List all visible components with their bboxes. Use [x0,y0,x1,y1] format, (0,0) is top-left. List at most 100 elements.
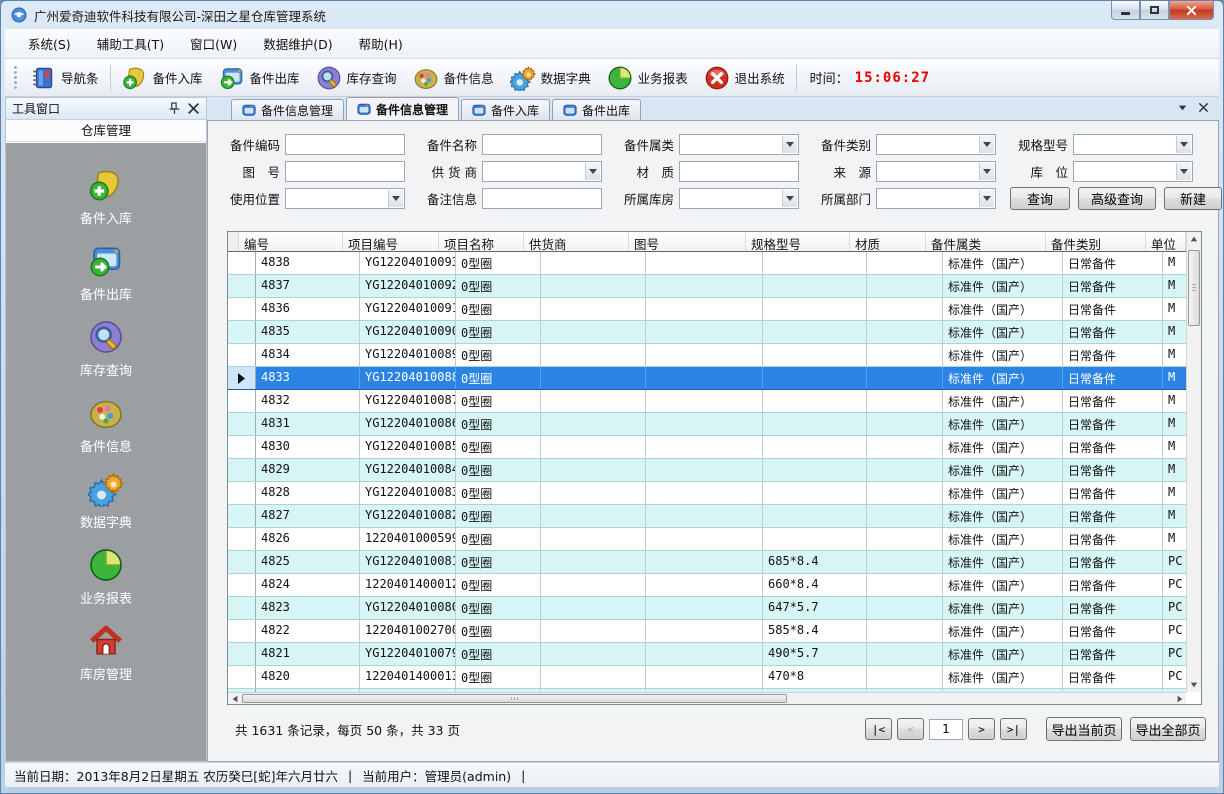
table-cell[interactable]: 1220401002700 [360,620,456,642]
table-cell[interactable] [763,298,867,320]
table-cell[interactable]: 日常备件 [1063,436,1163,458]
table-cell[interactable]: 4833 [256,367,360,389]
text-input-field[interactable] [679,161,799,182]
table-cell[interactable] [867,643,943,665]
table-cell[interactable] [646,620,763,642]
table-cell[interactable] [541,482,646,504]
table-cell[interactable] [763,321,867,343]
row-indicator[interactable] [228,574,256,596]
table-cell[interactable]: 标准件（国产） [943,275,1063,297]
row-indicator[interactable] [228,666,256,688]
dropdown-field[interactable] [876,134,996,155]
row-indicator[interactable] [228,344,256,366]
dropdown-field[interactable] [876,161,996,182]
table-cell[interactable]: 标准件（国产） [943,551,1063,573]
text-input-field[interactable] [482,188,602,209]
table-cell[interactable]: 0型圈 [456,459,541,481]
sidebar-item-warehouse[interactable]: 库房管理 [80,623,132,683]
column-header[interactable]: 单位 [1146,232,1186,251]
table-cell[interactable]: 日常备件 [1063,505,1163,527]
toolbar-button[interactable]: 备件信息 [405,62,502,94]
table-cell[interactable]: 日常备件 [1063,252,1163,274]
selected-row-pointer-icon[interactable] [228,367,256,389]
table-cell[interactable] [867,574,943,596]
table-cell[interactable]: YG12204010088 [360,367,456,389]
table-cell[interactable] [867,298,943,320]
table-row[interactable]: 4829YG122040100840型圈标准件（国产）日常备件M [228,459,1201,482]
table-cell[interactable]: YG12204010079 [360,643,456,665]
table-cell[interactable]: 0型圈 [456,597,541,619]
table-cell[interactable]: 日常备件 [1063,597,1163,619]
table-cell[interactable] [541,620,646,642]
table-cell[interactable]: 4830 [256,436,360,458]
table-cell[interactable] [646,482,763,504]
table-cell[interactable] [646,344,763,366]
table-cell[interactable]: 标准件（国产） [943,344,1063,366]
row-indicator[interactable] [228,620,256,642]
table-row[interactable]: 4830YG122040100850型圈标准件（国产）日常备件M [228,436,1201,459]
table-cell[interactable] [763,252,867,274]
table-cell[interactable] [646,666,763,688]
table-cell[interactable] [867,551,943,573]
table-cell[interactable] [646,528,763,550]
column-header[interactable]: 图号 [629,232,746,251]
table-cell[interactable] [763,275,867,297]
column-header[interactable]: 编号 [239,232,343,251]
row-indicator[interactable] [228,528,256,550]
table-cell[interactable] [541,344,646,366]
row-indicator[interactable] [228,459,256,481]
dropdown-field[interactable] [679,188,799,209]
table-cell[interactable]: 日常备件 [1063,275,1163,297]
table-cell[interactable]: 日常备件 [1063,321,1163,343]
vertical-scroll-thumb[interactable] [1188,250,1200,326]
table-cell[interactable]: 4822 [256,620,360,642]
table-cell[interactable] [646,321,763,343]
table-cell[interactable] [541,505,646,527]
tab-close-icon[interactable] [1198,102,1209,113]
sidebar-item-parts-info[interactable]: 备件信息 [80,395,132,455]
table-cell[interactable]: 4829 [256,459,360,481]
table-cell[interactable] [646,298,763,320]
row-indicator[interactable] [228,505,256,527]
table-row[interactable]: 4821YG122040100790型圈490*5.7标准件（国产）日常备件PC [228,643,1201,666]
table-cell[interactable] [867,505,943,527]
table-row[interactable]: 482612204010005990型圈标准件（国产）日常备件M [228,528,1201,551]
column-header[interactable]: 备件类别 [1046,232,1146,251]
chevron-down-icon[interactable] [979,163,994,180]
table-row[interactable]: 482012204014000130型圈470*8标准件（国产）日常备件PC [228,666,1201,689]
table-cell[interactable]: 日常备件 [1063,574,1163,596]
row-indicator[interactable] [228,436,256,458]
table-cell[interactable]: 0型圈 [456,505,541,527]
table-cell[interactable] [646,459,763,481]
table-cell[interactable] [541,528,646,550]
text-input-field[interactable] [285,134,405,155]
maximize-button[interactable] [1140,1,1169,20]
table-cell[interactable] [541,367,646,389]
table-cell[interactable]: 标准件（国产） [943,321,1063,343]
table-cell[interactable] [646,436,763,458]
table-cell[interactable]: 标准件（国产） [943,367,1063,389]
table-cell[interactable] [541,459,646,481]
table-cell[interactable] [646,574,763,596]
dropdown-field[interactable] [679,134,799,155]
column-header[interactable]: 备件属类 [926,232,1046,251]
row-indicator[interactable] [228,643,256,665]
table-cell[interactable] [867,597,943,619]
scroll-right-icon[interactable] [1173,693,1186,704]
table-cell[interactable] [867,367,943,389]
table-cell[interactable]: 0型圈 [456,551,541,573]
table-cell[interactable]: 0型圈 [456,252,541,274]
table-cell[interactable]: 647*5.7 [763,597,867,619]
table-cell[interactable] [541,574,646,596]
table-cell[interactable] [541,321,646,343]
sidebar-item-data-dict[interactable]: 数据字典 [80,471,132,531]
text-input-field[interactable] [482,134,602,155]
query-button[interactable]: 查询 [1010,187,1070,210]
table-cell[interactable]: 日常备件 [1063,551,1163,573]
table-cell[interactable]: 0型圈 [456,528,541,550]
table-row[interactable]: 4823YG122040100800型圈647*5.7标准件（国产）日常备件PC [228,597,1201,620]
table-cell[interactable]: YG12204010085 [360,436,456,458]
scroll-down-icon[interactable] [1187,678,1201,692]
first-page-button[interactable]: |< [865,718,892,740]
table-cell[interactable]: YG12204010090 [360,321,456,343]
